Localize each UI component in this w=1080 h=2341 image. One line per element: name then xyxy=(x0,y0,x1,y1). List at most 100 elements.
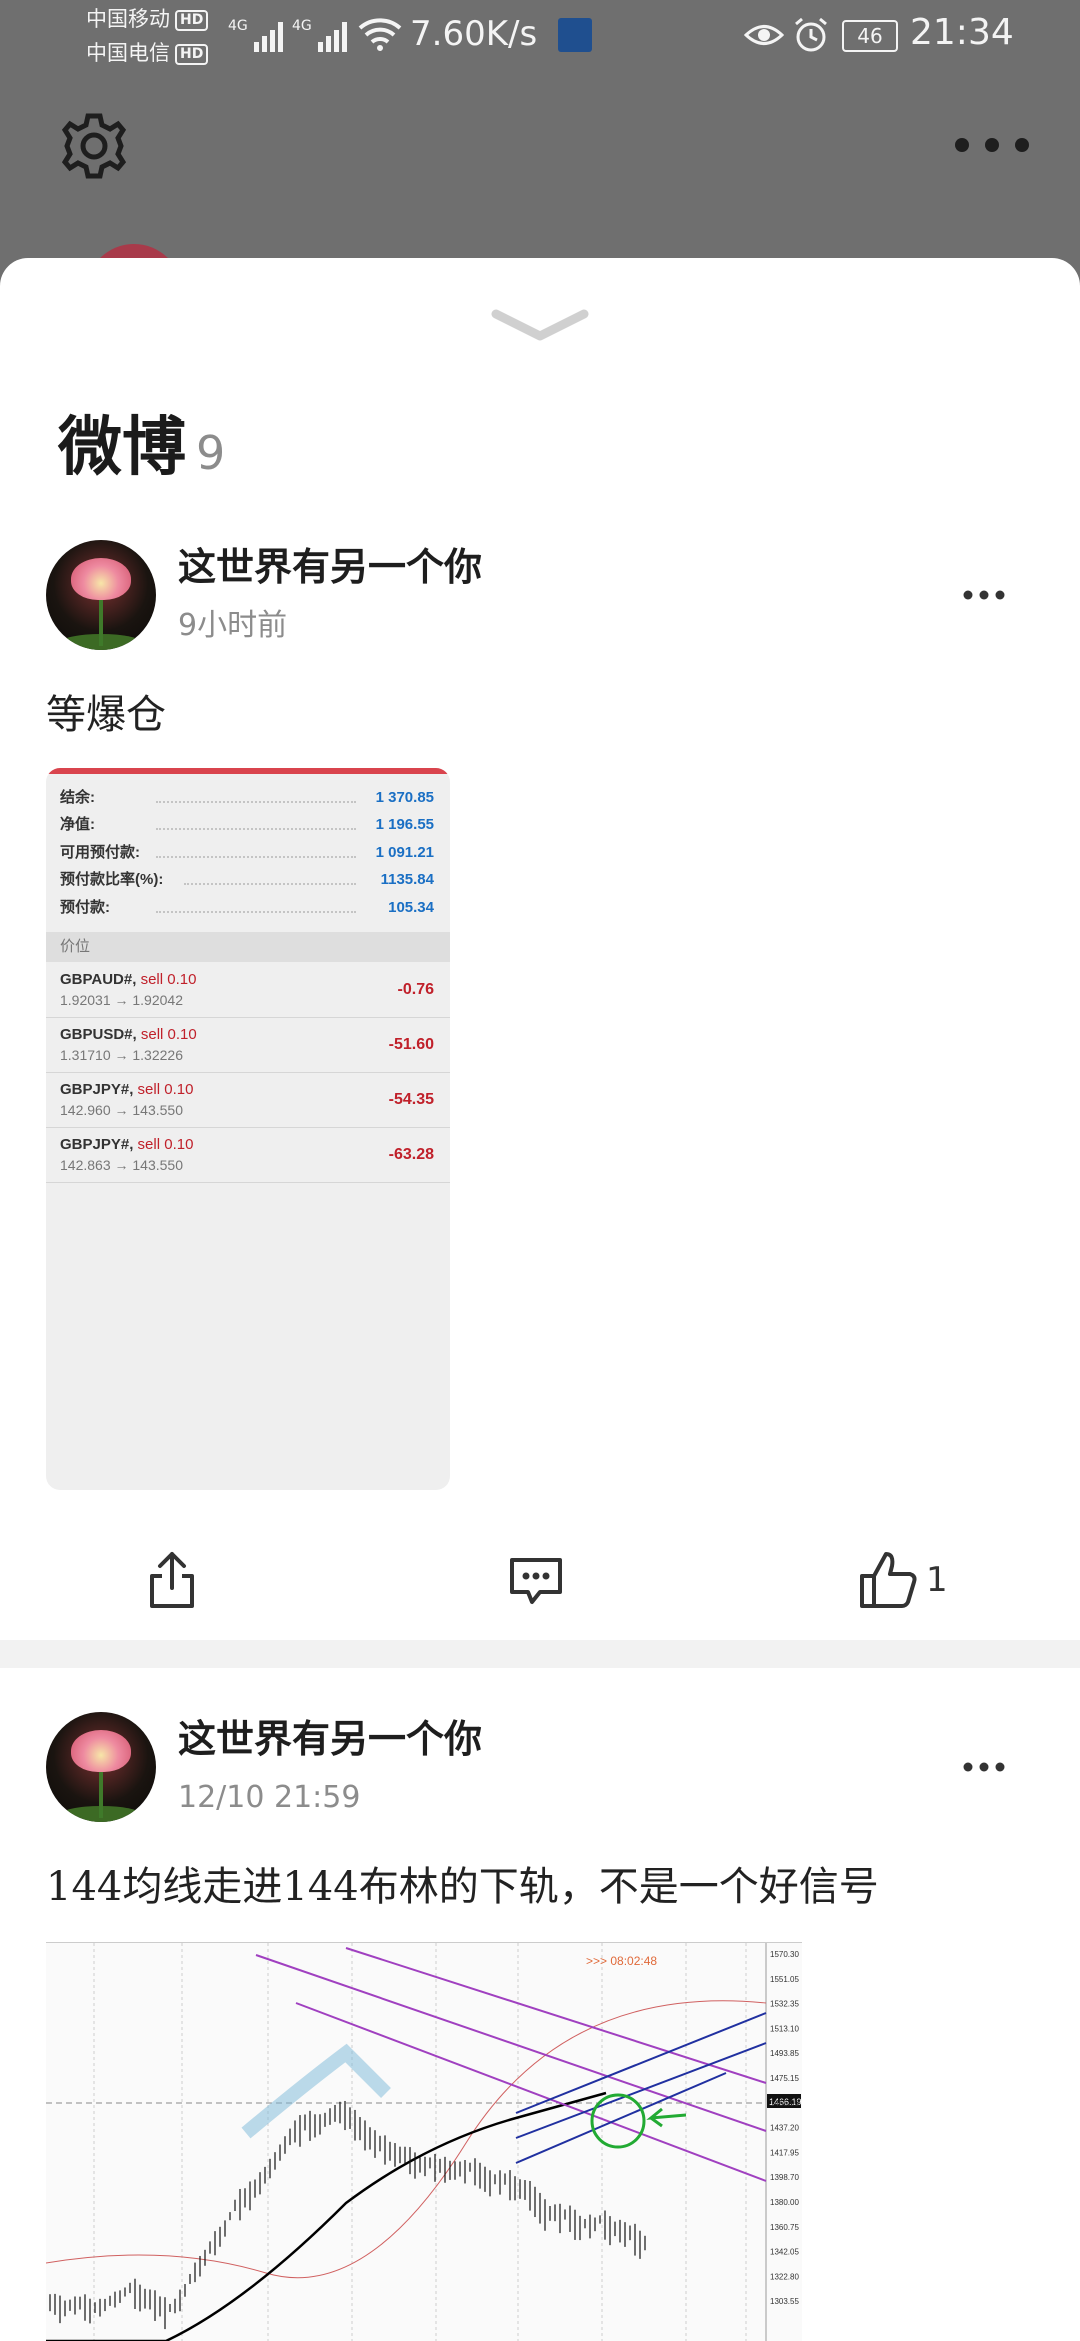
author-name[interactable]: 这世界有另一个你 xyxy=(178,1716,482,1762)
position-prices: 142.863 → 143.550 xyxy=(60,1157,183,1173)
account-label: 净值: xyxy=(60,816,95,833)
avatar-flower xyxy=(71,1730,131,1772)
status-bar: 中国移动 HD 中国电信 HD 4G 4G 7.60K/s 46 21:34 xyxy=(0,0,1080,72)
hd-badge: HD xyxy=(175,44,209,65)
wifi-icon xyxy=(358,18,402,51)
post-more-icon[interactable] xyxy=(962,1759,1006,1775)
sheet-title: 微博 9 xyxy=(58,408,225,493)
like-icon[interactable] xyxy=(856,1548,920,1612)
account-label: 预付款: xyxy=(60,899,110,916)
price-tick-label: 1303.55 xyxy=(770,2297,799,2306)
symbol-name: GBPJPY#, xyxy=(60,1136,134,1153)
position-pl: -63.28 xyxy=(388,1146,434,1163)
hd-badge: HD xyxy=(175,10,209,31)
battery-level: 46 xyxy=(857,24,883,48)
post-text: 144均线走进144布林的下轨，不是一个好信号 xyxy=(46,1864,879,1910)
candlestick-chart: >>> 08:02:48 1466.19 1570.301551.051532.… xyxy=(46,1943,802,2341)
price-tick-label: 1570.30 xyxy=(770,1950,799,1959)
price-tick-label: 1532.35 xyxy=(770,2000,799,2009)
price-tick-label: 1398.70 xyxy=(770,2173,799,2182)
avatar-stem xyxy=(99,1768,103,1818)
account-value: 1 091.21 xyxy=(375,844,434,861)
leader-dots xyxy=(156,801,356,803)
network-speed: 7.60K/s xyxy=(410,14,538,54)
account-value: 105.34 xyxy=(388,899,434,916)
position-symbol: GBPUSD#, sell 0.10 xyxy=(60,1025,197,1045)
price-tick-label: 1475.15 xyxy=(770,2074,799,2083)
symbol-name: GBPJPY#, xyxy=(60,1081,134,1098)
avatar-stem xyxy=(99,596,103,646)
network-type: 4G xyxy=(292,18,312,34)
price-tick-label: 1551.05 xyxy=(770,1975,799,1984)
position-row: GBPJPY#, sell 0.10 142.960 → 143.550 -54.3… xyxy=(46,1073,450,1128)
author-name[interactable]: 这世界有另一个你 xyxy=(178,544,482,590)
trade-side: sell 0.10 xyxy=(137,1081,194,1098)
leader-dots xyxy=(156,828,356,830)
leader-dots xyxy=(156,911,356,913)
carrier-1: 中国移动 HD xyxy=(86,6,209,32)
comment-icon[interactable] xyxy=(504,1548,568,1612)
author-avatar[interactable] xyxy=(46,1712,156,1822)
price-tick-label: 1455.90 xyxy=(770,2099,799,2108)
author-avatar[interactable] xyxy=(46,540,156,650)
trade-side: sell 0.10 xyxy=(137,1136,194,1153)
sheet-title-text: 微博 xyxy=(58,411,186,485)
post-actions: 1 xyxy=(0,1538,1080,1622)
post-time: 12/10 21:59 xyxy=(178,1780,361,1815)
symbol-name: GBPAUD#, xyxy=(60,971,137,988)
position-row: GBPUSD#, sell 0.10 1.31710 → 1.32226 -51.6… xyxy=(46,1018,450,1073)
battery-icon: 46 xyxy=(842,20,898,52)
post-divider xyxy=(0,1640,1080,1668)
chart-timestamp: >>> 08:02:48 xyxy=(586,1954,657,1968)
price-tick-label: 1342.05 xyxy=(770,2248,799,2257)
carrier-2-name: 中国电信 xyxy=(86,41,170,65)
account-row: 可用预付款: 1 091.21 xyxy=(60,839,434,866)
clock: 21:34 xyxy=(910,12,1014,53)
account-row: 净值: 1 196.55 xyxy=(60,811,434,838)
account-label: 预付款比率(%): xyxy=(60,871,164,888)
trade-side: sell 0.10 xyxy=(140,971,197,988)
account-value: 1 196.55 xyxy=(375,816,434,833)
position-pl: -0.76 xyxy=(397,981,434,998)
collapse-chevron-icon[interactable] xyxy=(488,304,592,348)
alarm-icon xyxy=(795,17,827,52)
carrier-1-name: 中国移动 xyxy=(86,7,170,31)
post-count: 9 xyxy=(196,426,226,480)
position-prices: 142.960 → 143.550 xyxy=(60,1102,183,1118)
price-tick-label: 1380.00 xyxy=(770,2198,799,2207)
account-value: 1 370.85 xyxy=(375,789,434,806)
position-row: GBPAUD#, sell 0.10 1.92031 → 1.92042 -0.76 xyxy=(46,963,450,1018)
post-image-trading-account[interactable]: 结余: 1 370.85 净值: 1 196.55 可用预付款: 1 091.21 预… xyxy=(46,768,450,1490)
symbol-name: GBPUSD#, xyxy=(60,1026,137,1043)
post-more-icon[interactable] xyxy=(962,587,1006,603)
eye-comfort-icon xyxy=(744,25,784,45)
position-prices: 1.92031 → 1.92042 xyxy=(60,992,183,1008)
account-row: 结余: 1 370.85 xyxy=(60,784,434,811)
position-prices: 1.31710 → 1.32226 xyxy=(60,1047,183,1063)
position-symbol: GBPAUD#, sell 0.10 xyxy=(60,970,196,990)
app-notification-icon xyxy=(558,18,592,52)
post-image-price-chart[interactable]: >>> 08:02:48 1466.19 1570.30 1551.05 1532.… xyxy=(46,1942,802,2341)
account-label: 结余: xyxy=(60,789,95,806)
avatar-flower xyxy=(71,558,131,600)
carrier-2: 中国电信 HD xyxy=(86,40,209,66)
section-label: 价位 xyxy=(60,938,91,955)
price-tick-label: 1493.85 xyxy=(770,2049,799,2058)
like-count: 1 xyxy=(926,1560,948,1600)
leader-dots xyxy=(156,856,356,858)
position-symbol: GBPJPY#, sell 0.10 xyxy=(60,1080,193,1100)
share-icon[interactable] xyxy=(140,1548,204,1612)
post-time: 9小时前 xyxy=(178,608,288,643)
price-tick-label: 1437.20 xyxy=(770,2124,799,2133)
account-row: 预付款: 105.34 xyxy=(60,894,434,921)
network-type: 4G xyxy=(228,18,248,34)
position-row: GBPJPY#, sell 0.10 142.863 → 143.550 -63.2… xyxy=(46,1128,450,1183)
more-options-icon[interactable] xyxy=(952,130,1032,160)
leader-dots xyxy=(184,883,356,885)
position-pl: -51.60 xyxy=(388,1036,434,1053)
account-label: 可用预付款: xyxy=(60,844,140,861)
settings-gear-icon[interactable] xyxy=(58,110,130,182)
positions-section-header: 价位 xyxy=(46,932,450,962)
price-tick-label: 1322.80 xyxy=(770,2272,799,2281)
screenshot-accent-bar xyxy=(46,768,450,774)
